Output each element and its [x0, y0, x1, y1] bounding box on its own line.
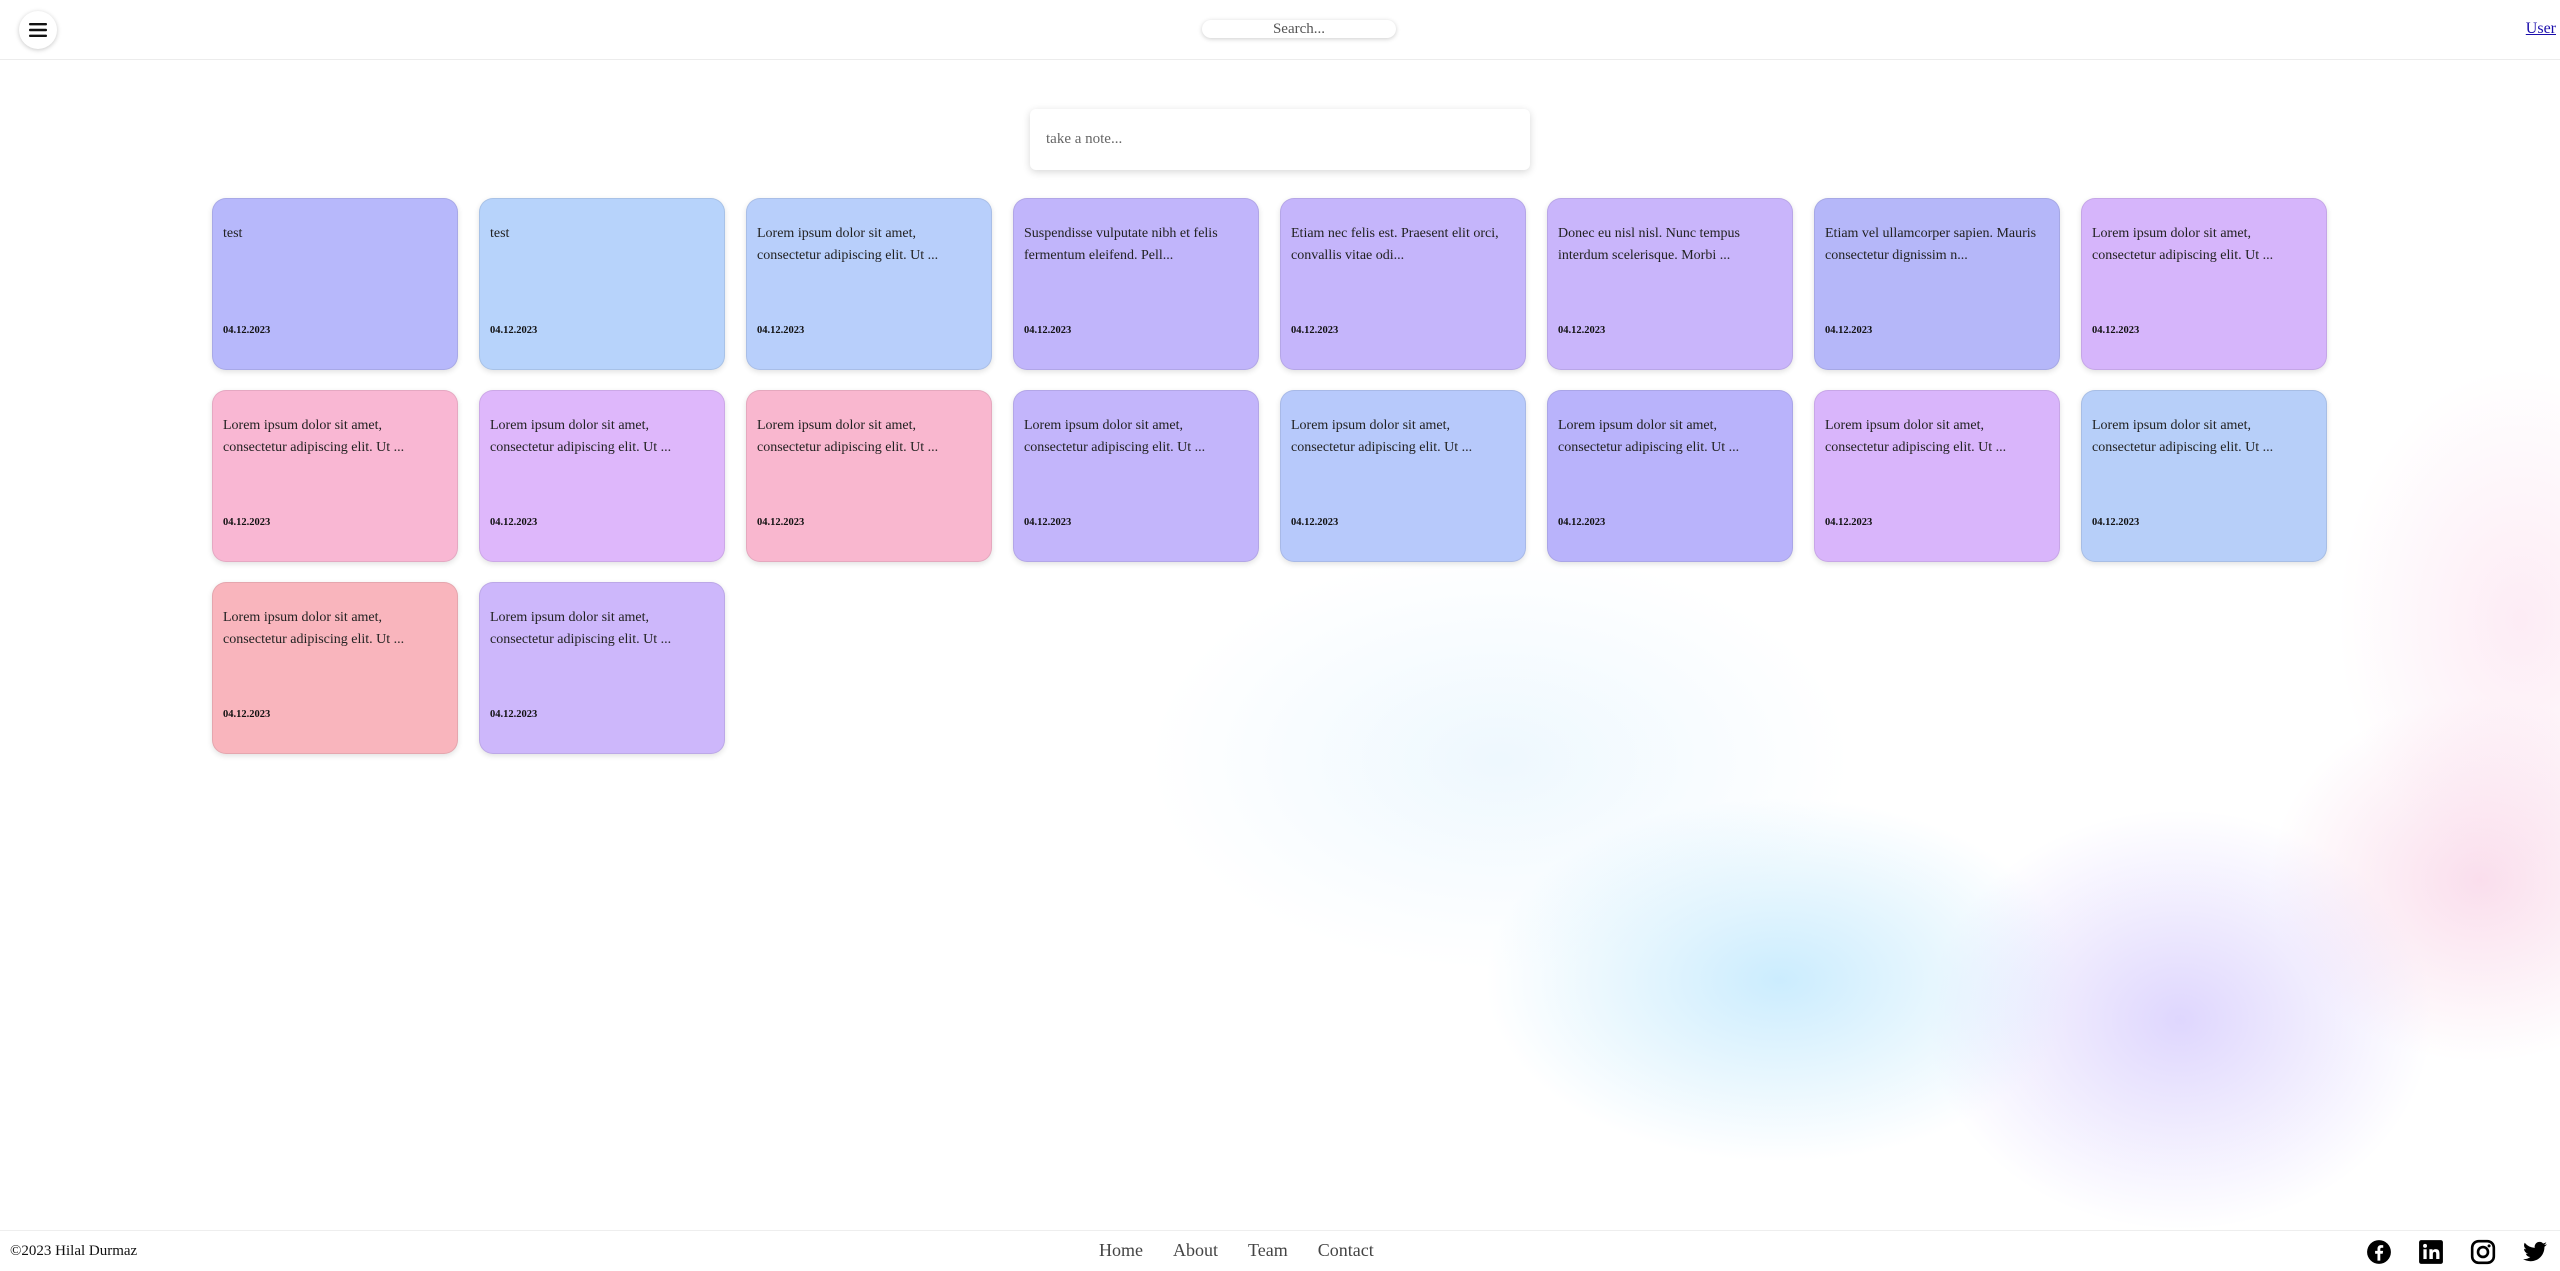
note-text: Lorem ipsum dolor sit amet, consectetur …	[1024, 418, 1206, 455]
footer: ©2023 Hilal Durmaz Home About Team Conta…	[0, 1230, 2560, 1271]
note-card[interactable]: Lorem ipsum dolor sit amet, consectetur …	[746, 390, 992, 562]
note-card[interactable]: Etiam nec felis est. Praesent elit orci,…	[1280, 198, 1526, 370]
note-date: 04.12.2023	[1291, 517, 1339, 528]
footer-link-home[interactable]: Home	[1099, 1240, 1143, 1261]
take-note-input[interactable]	[1030, 109, 1530, 170]
note-date: 04.12.2023	[1825, 325, 1873, 336]
note-card[interactable]: Lorem ipsum dolor sit amet, consectetur …	[479, 582, 725, 754]
note-text: Lorem ipsum dolor sit amet, consectetur …	[1558, 418, 1740, 455]
note-date: 04.12.2023	[1558, 325, 1606, 336]
note-card[interactable]: Etiam vel ullamcorper sapien. Mauris con…	[1814, 198, 2060, 370]
note-card[interactable]: test 04.12.2023	[212, 198, 458, 370]
note-text: Lorem ipsum dolor sit amet, consectetur …	[1825, 418, 2007, 455]
note-date: 04.12.2023	[1024, 325, 1072, 336]
facebook-icon[interactable]	[2364, 1237, 2394, 1267]
footer-link-team[interactable]: Team	[1248, 1240, 1288, 1261]
search-input[interactable]	[1202, 20, 1396, 38]
twitter-icon[interactable]	[2520, 1237, 2550, 1267]
note-date: 04.12.2023	[757, 517, 805, 528]
top-bar: User	[0, 0, 2560, 60]
note-card[interactable]: test 04.12.2023	[479, 198, 725, 370]
note-card[interactable]: Lorem ipsum dolor sit amet, consectetur …	[1280, 390, 1526, 562]
note-text: Suspendisse vulputate nibh et felis ferm…	[1024, 226, 1218, 263]
note-text: Lorem ipsum dolor sit amet, consectetur …	[2092, 226, 2274, 263]
note-date: 04.12.2023	[1291, 325, 1339, 336]
note-text: Etiam nec felis est. Praesent elit orci,…	[1291, 226, 1499, 263]
note-date: 04.12.2023	[223, 325, 271, 336]
note-card[interactable]: Lorem ipsum dolor sit amet, consectetur …	[1814, 390, 2060, 562]
note-text: Lorem ipsum dolor sit amet, consectetur …	[1291, 418, 1473, 455]
note-text: Lorem ipsum dolor sit amet, consectetur …	[223, 610, 405, 647]
footer-nav: Home About Team Contact	[1099, 1240, 1374, 1261]
note-date: 04.12.2023	[2092, 517, 2140, 528]
user-link[interactable]: User	[2526, 20, 2556, 38]
note-card[interactable]: Lorem ipsum dolor sit amet, consectetur …	[2081, 390, 2327, 562]
note-date: 04.12.2023	[223, 709, 271, 720]
note-date: 04.12.2023	[490, 517, 538, 528]
note-date: 04.12.2023	[1024, 517, 1072, 528]
note-date: 04.12.2023	[757, 325, 805, 336]
note-card[interactable]: Lorem ipsum dolor sit amet, consectetur …	[1547, 390, 1793, 562]
note-text: Lorem ipsum dolor sit amet, consectetur …	[223, 418, 405, 455]
notes-grid: test 04.12.2023 test 04.12.2023 Lorem ipsum …	[212, 198, 2328, 754]
note-text: Lorem ipsum dolor sit amet, consectetur …	[2092, 418, 2274, 455]
note-card[interactable]: Lorem ipsum dolor sit amet, consectetur …	[212, 582, 458, 754]
linkedin-icon[interactable]	[2416, 1237, 2446, 1267]
note-date: 04.12.2023	[1558, 517, 1606, 528]
hamburger-menu-icon	[29, 23, 47, 37]
note-date: 04.12.2023	[223, 517, 271, 528]
note-text: test	[490, 226, 510, 241]
note-card[interactable]: Lorem ipsum dolor sit amet, consectetur …	[479, 390, 725, 562]
note-card[interactable]: Lorem ipsum dolor sit amet, consectetur …	[1013, 390, 1259, 562]
note-text: Lorem ipsum dolor sit amet, consectetur …	[490, 610, 672, 647]
note-date: 04.12.2023	[490, 325, 538, 336]
footer-link-about[interactable]: About	[1173, 1240, 1218, 1261]
note-date: 04.12.2023	[490, 709, 538, 720]
note-card[interactable]: Lorem ipsum dolor sit amet, consectetur …	[2081, 198, 2327, 370]
footer-link-contact[interactable]: Contact	[1318, 1240, 1374, 1261]
social-links	[2364, 1237, 2550, 1267]
note-text: Lorem ipsum dolor sit amet, consectetur …	[757, 418, 939, 455]
note-text: Lorem ipsum dolor sit amet, consectetur …	[490, 418, 672, 455]
note-card[interactable]: Suspendisse vulputate nibh et felis ferm…	[1013, 198, 1259, 370]
page: User test 04.12.2023 test 04.12.2023 Lorem i…	[0, 0, 2560, 1271]
note-card[interactable]: Lorem ipsum dolor sit amet, consectetur …	[212, 390, 458, 562]
note-text: Lorem ipsum dolor sit amet, consectetur …	[757, 226, 939, 263]
note-card[interactable]: Donec eu nisl nisl. Nunc tempus interdum…	[1547, 198, 1793, 370]
note-text: test	[223, 226, 243, 241]
note-date: 04.12.2023	[2092, 325, 2140, 336]
menu-button[interactable]	[19, 11, 57, 49]
note-text: Donec eu nisl nisl. Nunc tempus interdum…	[1558, 226, 1740, 263]
instagram-icon[interactable]	[2468, 1237, 2498, 1267]
copyright-text: ©2023 Hilal Durmaz	[10, 1243, 138, 1259]
note-card[interactable]: Lorem ipsum dolor sit amet, consectetur …	[746, 198, 992, 370]
note-date: 04.12.2023	[1825, 517, 1873, 528]
note-text: Etiam vel ullamcorper sapien. Mauris con…	[1825, 226, 2037, 263]
